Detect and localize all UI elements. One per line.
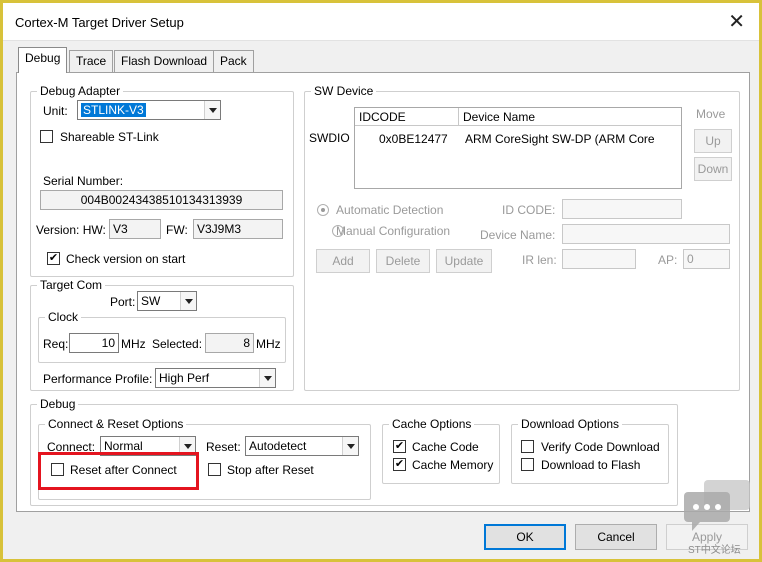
connect-reset-legend: Connect & Reset Options xyxy=(48,417,184,431)
profile-label: Performance Profile: xyxy=(43,372,153,386)
ap-input[interactable]: 0 xyxy=(683,249,730,269)
stop-after-reset-checkbox[interactable] xyxy=(208,463,221,476)
tab-trace[interactable]: Trace xyxy=(69,50,114,72)
verify-code-download-label: Verify Code Download xyxy=(541,440,660,454)
tab-flash-download[interactable]: Flash Download xyxy=(114,50,215,72)
cache-memory-label: Cache Memory xyxy=(412,458,494,472)
fw-version-field: V3J9M3 xyxy=(193,219,283,239)
id-code-label: ID CODE: xyxy=(502,203,556,217)
connect-value: Normal xyxy=(104,439,143,453)
ap-label: AP: xyxy=(658,253,678,267)
row-idcode: 0x0BE12477 xyxy=(379,132,448,146)
req-input[interactable]: 10 xyxy=(69,333,119,353)
cache-options-legend: Cache Options xyxy=(392,417,472,431)
sw-device-legend: SW Device xyxy=(314,84,374,98)
target-com-legend: Target Com xyxy=(40,278,103,292)
tab-debug[interactable]: Debug xyxy=(18,47,68,73)
selected-unit: MHz xyxy=(256,337,281,351)
update-button[interactable]: Update xyxy=(436,249,492,273)
serial-number-field: 004B00243438510134313939 xyxy=(40,190,283,210)
column-header-device-name[interactable]: Device Name xyxy=(459,108,681,126)
download-to-flash-label: Download to Flash xyxy=(541,458,641,472)
download-to-flash-checkbox[interactable] xyxy=(521,458,534,471)
reset-select[interactable]: Autodetect xyxy=(245,436,359,456)
check-version-checkbox[interactable]: ✔ xyxy=(47,252,60,265)
profile-select[interactable]: High Perf xyxy=(155,368,276,388)
row-device-name: ARM CoreSight SW-DP (ARM Core xyxy=(465,132,655,146)
chevron-down-icon[interactable] xyxy=(204,101,220,119)
port-value: SW xyxy=(141,294,161,308)
table-row[interactable]: 0x0BE12477 ARM CoreSight SW-DP (ARM Core xyxy=(355,132,681,150)
serial-number-label: Serial Number: xyxy=(43,174,124,188)
chevron-down-icon[interactable] xyxy=(180,292,196,310)
reset-value: Autodetect xyxy=(249,439,307,453)
device-name-label: Device Name: xyxy=(480,228,556,242)
reset-label: Reset: xyxy=(206,440,241,454)
column-header-idcode[interactable]: IDCODE xyxy=(355,108,459,126)
auto-detection-label: Automatic Detection xyxy=(336,203,444,217)
ir-len-label: IR len: xyxy=(522,253,557,267)
chevron-down-icon[interactable] xyxy=(342,437,358,455)
cache-code-checkbox[interactable]: ✔ xyxy=(393,440,406,453)
check-version-label: Check version on start xyxy=(66,252,186,266)
unit-value: STLINK-V3 xyxy=(81,103,146,117)
hw-version-field: V3 xyxy=(109,219,161,239)
port-label: Port: xyxy=(110,295,136,309)
req-unit: MHz xyxy=(121,337,146,351)
req-label: Req: xyxy=(43,337,69,351)
delete-button[interactable]: Delete xyxy=(376,249,430,273)
cancel-button[interactable]: Cancel xyxy=(575,524,657,550)
ir-len-input[interactable] xyxy=(562,249,636,269)
auto-detection-radio[interactable] xyxy=(317,204,329,216)
swdio-label: SWDIO xyxy=(309,131,350,145)
reset-after-connect-label: Reset after Connect xyxy=(70,463,177,477)
stop-after-reset-label: Stop after Reset xyxy=(227,463,314,477)
debug-adapter-legend: Debug Adapter xyxy=(40,84,121,98)
unit-select[interactable]: STLINK-V3 xyxy=(77,100,221,120)
checkmark-icon: ✔ xyxy=(394,458,405,470)
clock-legend: Clock xyxy=(48,310,79,324)
watermark-text: ST中文论坛 xyxy=(688,545,741,556)
port-select[interactable]: SW xyxy=(137,291,197,311)
tab-pack[interactable]: Pack xyxy=(213,50,254,72)
selected-label: Selected: xyxy=(152,337,203,351)
download-options-legend: Download Options xyxy=(521,417,620,431)
chevron-down-icon[interactable] xyxy=(259,369,275,387)
checkmark-icon: ✔ xyxy=(394,440,405,452)
selected-field: 8 xyxy=(205,333,254,353)
move-label: Move xyxy=(696,107,726,121)
table-header: IDCODE Device Name xyxy=(355,108,681,126)
device-name-input[interactable] xyxy=(562,224,730,244)
version-hw-label: Version: HW: xyxy=(36,223,106,237)
manual-config-label: Manual Configuration xyxy=(336,224,451,238)
up-button[interactable]: Up xyxy=(694,129,732,153)
title-bar: Cortex-M Target Driver Setup ✕ xyxy=(3,3,759,41)
close-icon[interactable]: ✕ xyxy=(728,9,745,34)
shareable-label: Shareable ST-Link xyxy=(60,130,159,144)
cache-code-label: Cache Code xyxy=(412,440,479,454)
sw-device-table[interactable]: IDCODE Device Name 0x0BE12477 ARM CoreSi… xyxy=(354,107,682,189)
cache-memory-checkbox[interactable]: ✔ xyxy=(393,458,406,471)
shareable-checkbox[interactable] xyxy=(40,130,53,143)
reset-after-connect-checkbox[interactable] xyxy=(51,463,64,476)
down-button[interactable]: Down xyxy=(694,157,732,181)
fw-label: FW: xyxy=(166,223,188,237)
add-button[interactable]: Add xyxy=(316,249,370,273)
ok-button[interactable]: OK xyxy=(484,524,566,550)
unit-label: Unit: xyxy=(43,104,68,118)
id-code-input[interactable] xyxy=(562,199,682,219)
profile-value: High Perf xyxy=(159,371,210,385)
chat-bubble-icon xyxy=(684,480,750,531)
checkmark-icon: ✔ xyxy=(48,252,59,264)
verify-code-download-checkbox[interactable] xyxy=(521,440,534,453)
debug-legend: Debug xyxy=(40,397,76,411)
window-title: Cortex-M Target Driver Setup xyxy=(15,15,184,30)
